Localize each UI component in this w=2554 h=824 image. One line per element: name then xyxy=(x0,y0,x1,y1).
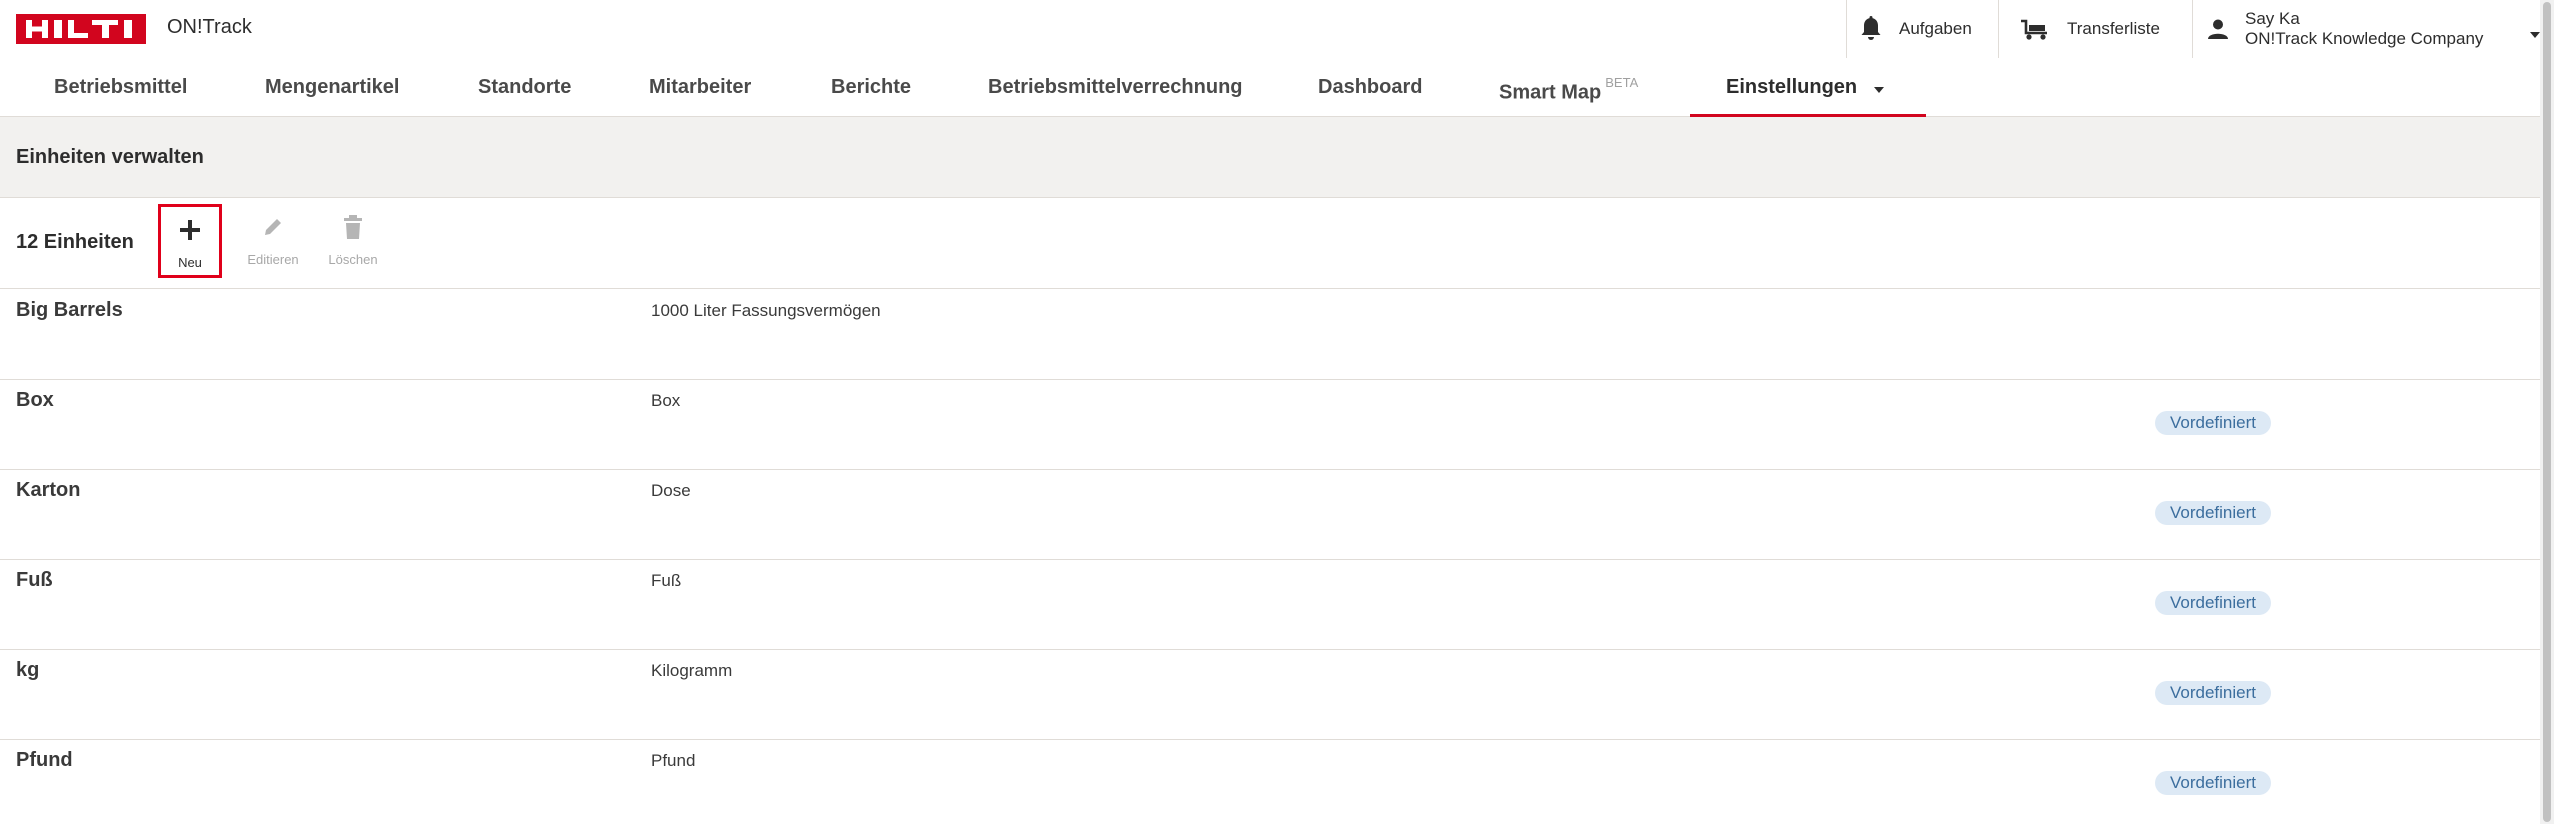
trash-icon xyxy=(342,210,364,244)
page-title: Einheiten verwalten xyxy=(16,146,204,168)
unit-name: Box xyxy=(16,389,54,411)
list-item[interactable]: Fuß Fuß Vordefiniert xyxy=(0,559,2540,650)
bell-icon xyxy=(1859,16,1883,42)
hilti-logo-mark xyxy=(16,14,146,44)
delete-label: Löschen xyxy=(328,252,378,267)
predefined-badge: Vordefiniert xyxy=(2155,411,2271,435)
nav-item-mitarbeiter[interactable]: Mitarbeiter xyxy=(649,58,751,116)
unit-description: Dose xyxy=(651,481,691,500)
unit-description: Fuß xyxy=(651,571,682,590)
unit-description: 1000 Liter Fassungsvermögen xyxy=(651,301,881,320)
hilti-logo[interactable] xyxy=(16,14,146,44)
nav-item-smart-map[interactable]: Smart Map BETA xyxy=(1499,58,1638,116)
unit-name: Pfund xyxy=(16,749,73,771)
user-info: Say Ka ON!Track Knowledge Company xyxy=(2245,9,2483,49)
nav-item-dashboard[interactable]: Dashboard xyxy=(1318,58,1422,116)
toolbar: 12 Einheiten Neu Editieren Löschen xyxy=(0,198,2540,289)
nav-label: Betriebsmittelverrechnung xyxy=(988,76,1243,98)
nav-label: Standorte xyxy=(478,76,572,98)
nav-item-einstellungen[interactable]: Einstellungen xyxy=(1726,58,1885,116)
app-name: ON!Track xyxy=(167,16,252,38)
unit-description: Pfund xyxy=(651,751,696,770)
predefined-badge: Vordefiniert xyxy=(2155,771,2271,795)
page-scrollbar[interactable] xyxy=(2540,0,2554,824)
chevron-down-icon xyxy=(1873,59,1885,117)
predefined-badge: Vordefiniert xyxy=(2155,591,2271,615)
nav-label: Einstellungen xyxy=(1726,76,1858,98)
plus-icon xyxy=(179,213,201,247)
nav-item-betriebsmittel[interactable]: Betriebsmittel xyxy=(54,58,187,116)
nav-label: Mitarbeiter xyxy=(649,76,752,98)
nav-item-mengenartikel[interactable]: Mengenartikel xyxy=(265,58,399,116)
list-item[interactable]: Karton Dose Vordefiniert xyxy=(0,469,2540,560)
list-item[interactable]: Big Barrels 1000 Liter Fassungsvermögen xyxy=(0,289,2540,380)
delete-button[interactable]: Löschen xyxy=(322,204,384,276)
top-bar: ON!Track Aufgaben Transferliste Say Ka O… xyxy=(0,0,2540,59)
user-name: Say Ka xyxy=(2245,9,2300,28)
transfer-list-label: Transferliste xyxy=(2067,19,2160,38)
edit-label: Editieren xyxy=(247,252,299,267)
new-label: Neu xyxy=(178,255,202,270)
nav-label: Berichte xyxy=(831,76,912,98)
section-header: Einheiten verwalten xyxy=(0,117,2540,198)
predefined-badge: Vordefiniert xyxy=(2155,501,2271,525)
unit-name: Karton xyxy=(16,479,81,501)
unit-name: kg xyxy=(16,659,40,681)
nav-item-berichte[interactable]: Berichte xyxy=(831,58,911,116)
unit-name: Fuß xyxy=(16,569,53,591)
user-icon xyxy=(2207,18,2229,40)
cart-icon xyxy=(2019,17,2051,41)
unit-name: Big Barrels xyxy=(16,299,123,321)
nav-item-betriebsmittelverrechnung[interactable]: Betriebsmittelverrechnung xyxy=(988,58,1243,116)
nav-label: Dashboard xyxy=(1318,76,1423,98)
list-item[interactable]: Box Box Vordefiniert xyxy=(0,379,2540,470)
beta-badge: BETA xyxy=(1605,75,1639,90)
user-menu[interactable]: Say Ka ON!Track Knowledge Company xyxy=(2192,0,2554,58)
unit-description: Kilogramm xyxy=(651,661,733,680)
nav-item-standorte[interactable]: Standorte xyxy=(478,58,571,116)
predefined-badge: Vordefiniert xyxy=(2155,681,2271,705)
list-item[interactable]: Pfund Pfund Vordefiniert xyxy=(0,739,2540,824)
nav-label: Betriebsmittel xyxy=(54,76,188,98)
main-nav: Betriebsmittel Mengenartikel Standorte M… xyxy=(0,58,2540,117)
pencil-icon xyxy=(261,210,285,244)
tasks-label: Aufgaben xyxy=(1899,19,1972,38)
user-company: ON!Track Knowledge Company xyxy=(2245,29,2484,48)
transfer-list-button[interactable]: Transferliste xyxy=(1998,0,2193,58)
tasks-button[interactable]: Aufgaben xyxy=(1846,0,1999,58)
unit-description: Box xyxy=(651,391,681,410)
nav-label: Smart Map xyxy=(1499,81,1602,104)
new-button[interactable]: Neu xyxy=(158,204,222,278)
scrollbar-thumb[interactable] xyxy=(2543,2,2551,822)
unit-count: 12 Einheiten xyxy=(16,231,134,253)
nav-label: Mengenartikel xyxy=(265,76,400,98)
list-item[interactable]: kg Kilogramm Vordefiniert xyxy=(0,649,2540,740)
edit-button[interactable]: Editieren xyxy=(242,204,304,276)
